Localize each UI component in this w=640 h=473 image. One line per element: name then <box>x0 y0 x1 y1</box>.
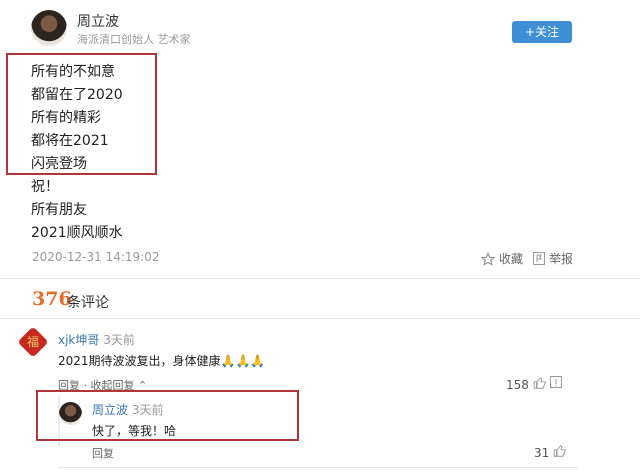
comment-like-button[interactable]: 158 <box>506 376 547 393</box>
post-line: 所有的不如意 <box>31 64 115 80</box>
like-count: 31 <box>534 445 550 460</box>
post-line: 所有朋友 <box>31 202 87 218</box>
reply-link[interactable]: 回复 <box>92 445 114 461</box>
favorite-button[interactable]: 收藏 <box>481 250 523 267</box>
divider <box>58 467 578 468</box>
comment-dislike-button[interactable] <box>550 376 562 391</box>
comment-count-label: 条评论 <box>67 295 109 311</box>
like-count: 158 <box>506 377 529 392</box>
dislike-square-icon[interactable] <box>550 376 562 391</box>
post-line: 都留在了2020 <box>31 87 123 103</box>
flag-icon <box>533 252 545 265</box>
thumbs-up-icon[interactable] <box>553 444 567 461</box>
report-button[interactable]: 举报 <box>533 250 573 267</box>
post-line: 所有的精彩 <box>31 110 101 126</box>
reply-text: 快了，等我！哈 <box>92 424 177 438</box>
author-avatar[interactable] <box>31 10 67 46</box>
commenter-avatar[interactable]: 福 <box>17 326 49 358</box>
reply-like-button[interactable]: 31 <box>534 444 567 461</box>
report-label: 举报 <box>549 252 574 266</box>
reply-author-avatar[interactable] <box>59 402 82 425</box>
star-outline-icon <box>481 251 495 266</box>
post-line: 2021顺风顺水 <box>31 225 123 241</box>
divider <box>0 318 640 319</box>
thumbs-up-icon[interactable] <box>533 376 547 393</box>
post-line: 闪亮登场 <box>31 156 87 172</box>
post-timestamp: 2020-12-31 14:19:02 <box>32 250 160 264</box>
comment-count: 376 <box>32 288 72 310</box>
author-description: 海派清口创始人 艺术家 <box>77 33 191 46</box>
follow-button[interactable]: +关注 <box>512 21 572 43</box>
comment-item: xjk坤哥 3天前 <box>58 331 135 348</box>
favorite-label: 收藏 <box>499 252 524 266</box>
divider <box>0 278 640 279</box>
reply-item: 周立波 3天前 <box>92 401 163 418</box>
reply-author-name[interactable]: 周立波 <box>92 403 128 417</box>
author-name[interactable]: 周立波 <box>77 11 119 31</box>
commenter-name[interactable]: xjk坤哥 <box>58 333 99 347</box>
reply-time: 3天前 <box>131 403 164 417</box>
post-line: 祝！ <box>31 179 59 195</box>
comment-time: 3天前 <box>103 333 135 347</box>
post-line: 都将在2021 <box>31 133 109 149</box>
comment-text: 2021期待波波复出，身体健康🙏🙏🙏 <box>58 354 266 368</box>
